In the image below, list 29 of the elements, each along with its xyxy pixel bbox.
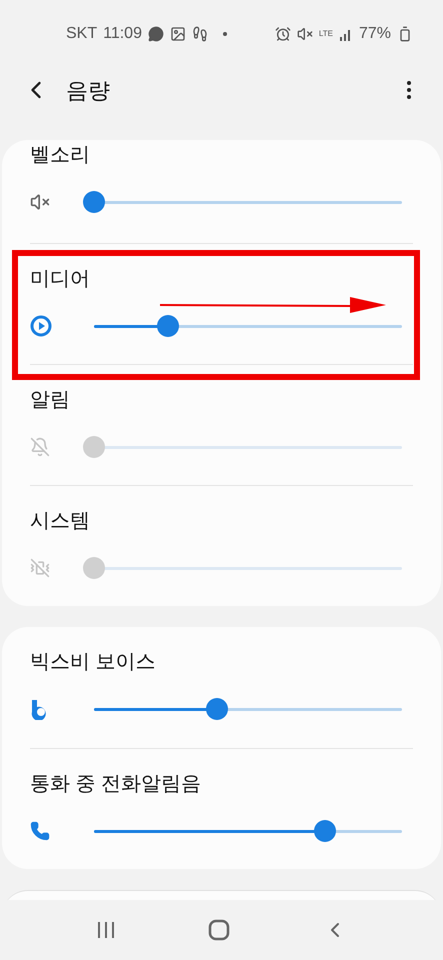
mute-icon — [296, 26, 313, 42]
carrier: SKT — [66, 24, 98, 44]
volume-label: 시스템 — [30, 509, 90, 534]
volume-label: 통화 중 전화알림음 — [30, 772, 202, 797]
recent-apps-button[interactable] — [96, 921, 116, 939]
play-icon — [30, 315, 52, 337]
slider-thumb[interactable] — [314, 820, 336, 842]
network-type: LTE — [318, 30, 333, 38]
volume-label: 빅스비 보이스 — [30, 650, 156, 675]
mute-icon — [30, 192, 50, 212]
vibrate-off-icon — [30, 558, 50, 578]
slider-thumb[interactable] — [83, 191, 105, 213]
footprints-icon — [192, 26, 208, 42]
home-button[interactable] — [208, 919, 230, 941]
image-icon — [170, 26, 186, 42]
slider-thumb[interactable] — [206, 698, 228, 720]
page-title: 음량 — [66, 76, 110, 104]
chat-icon — [148, 26, 164, 42]
bell-off-icon — [30, 437, 50, 457]
slider-thumb[interactable] — [156, 315, 179, 337]
clock: 11:09 — [103, 24, 142, 44]
phone-icon — [30, 821, 50, 841]
alarm-icon — [274, 26, 291, 42]
volume-label: 알림 — [30, 388, 70, 413]
signal-icon — [338, 27, 353, 41]
volume-label: 미디어 — [30, 267, 90, 292]
battery-level: 77% — [358, 24, 391, 44]
volume-label: 벨소리 — [30, 143, 90, 168]
dot-icon — [222, 31, 228, 37]
